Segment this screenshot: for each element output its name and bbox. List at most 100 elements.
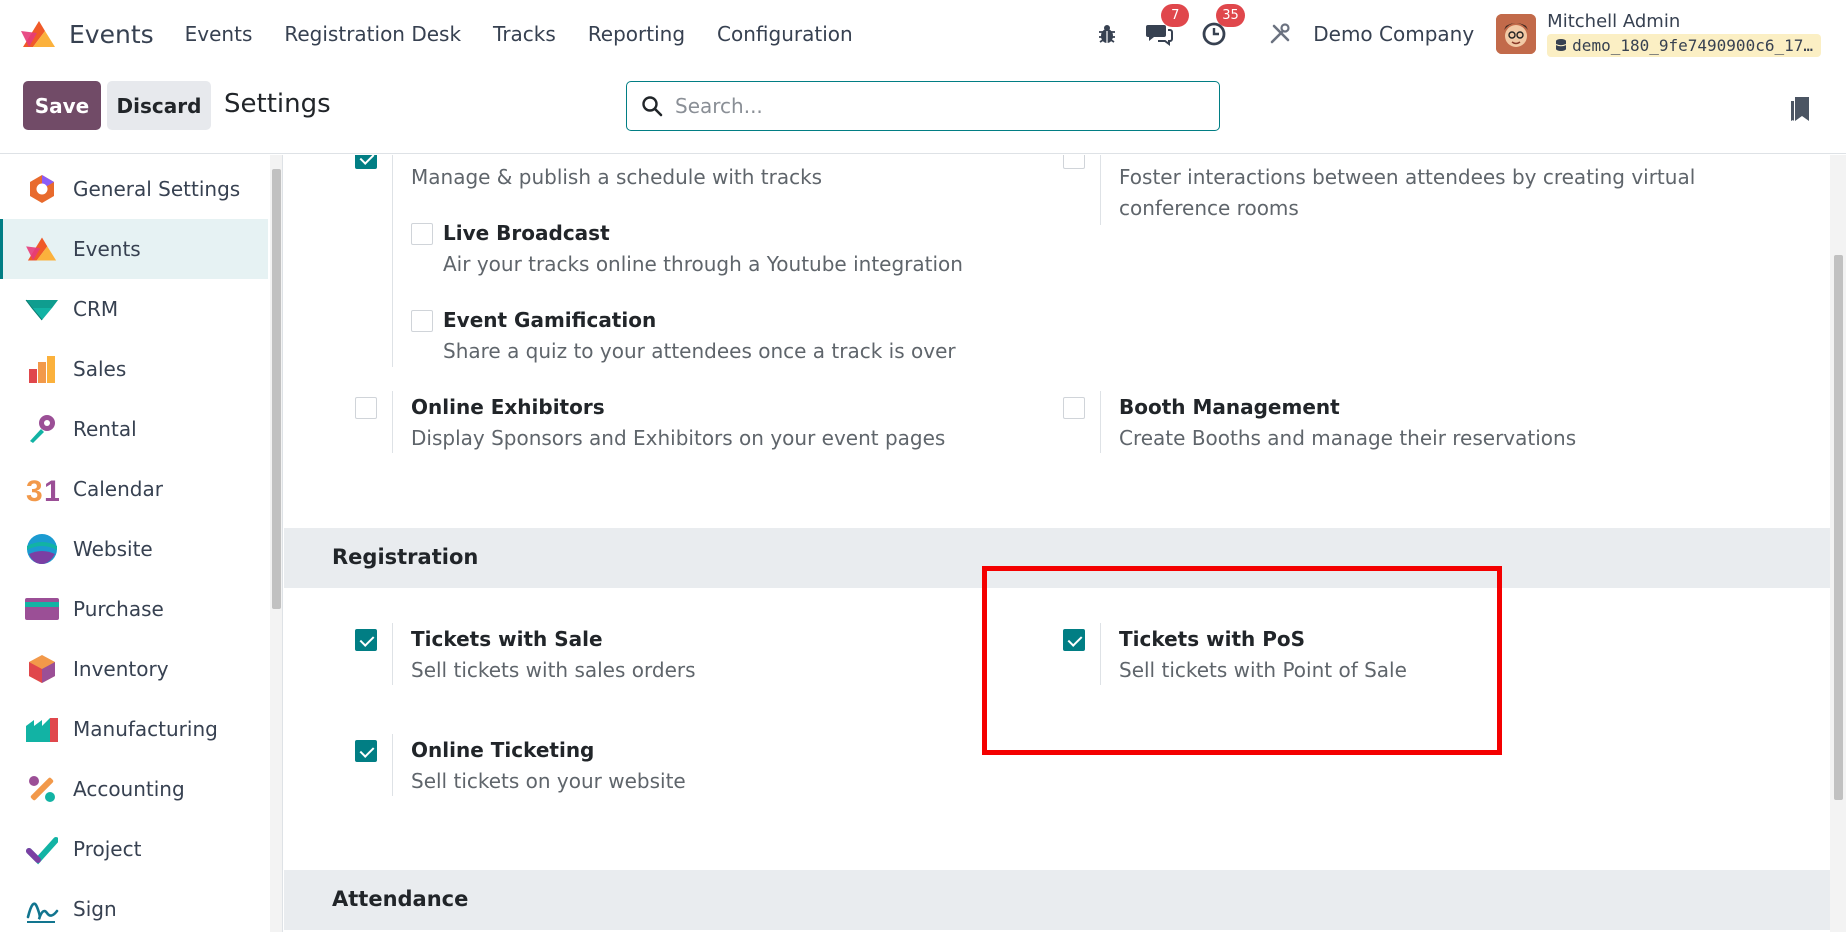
website-icon [24,531,60,567]
sidebar-item-label: Calendar [73,477,163,501]
setting-divider [1100,391,1101,453]
main-menu: Events Registration Desk Tracks Reportin… [185,22,885,46]
sidebar-item-inventory[interactable]: Inventory [0,639,268,699]
sidebar-item-label: Purchase [73,597,164,621]
menu-registration-desk[interactable]: Registration Desk [284,22,461,46]
attendance-section-header: Attendance [284,870,1830,930]
event-gamification-description: Share a quiz to your attendees once a tr… [443,339,956,363]
settings-sidebar: General Settings Events CRM Sales Rental… [0,155,283,932]
online-ticketing-description: Sell tickets on your website [411,769,686,793]
menu-configuration[interactable]: Configuration [717,22,853,46]
menu-events[interactable]: Events [185,22,253,46]
live-broadcast-title: Live Broadcast [443,221,610,245]
events-app-icon [21,21,55,47]
sidebar-item-label: Project [73,837,142,861]
sidebar-item-label: Sign [73,897,117,921]
sidebar-item-label: General Settings [73,177,241,201]
sidebar-item-calendar[interactable]: 31 Calendar [0,459,268,519]
sidebar-item-sign[interactable]: Sign [0,879,268,932]
setting-divider [392,623,393,685]
crm-icon [24,291,60,327]
community-description-line1: Foster interactions between attendees by… [1119,165,1696,189]
menu-reporting[interactable]: Reporting [588,22,685,46]
live-broadcast-checkbox[interactable] [411,223,433,245]
sidebar-item-label: Events [73,237,141,261]
events-icon [24,231,60,267]
menu-tracks[interactable]: Tracks [493,22,556,46]
registration-section-title: Registration [332,545,479,569]
app-name: Events [69,19,154,49]
setting-divider [392,734,393,796]
online-exhibitors-title: Online Exhibitors [411,395,605,419]
sidebar-item-website[interactable]: Website [0,519,268,579]
activities-clock-icon[interactable]: 35 [1199,4,1245,49]
booth-management-checkbox[interactable] [1063,397,1085,419]
sidebar-item-rental[interactable]: Rental [0,399,268,459]
sidebar-item-label: Manufacturing [73,717,218,741]
content-scroll-thumb[interactable] [1834,255,1843,800]
booth-management-description: Create Booths and manage their reservati… [1119,426,1577,450]
sidebar-item-manufacturing[interactable]: Manufacturing [0,699,268,759]
tickets-with-sale-checkbox[interactable] [355,629,377,651]
booth-management-title: Booth Management [1119,395,1340,419]
sales-icon [24,351,60,387]
tracks-checkbox[interactable] [355,155,377,169]
online-ticketing-title: Online Ticketing [411,738,595,762]
manufacturing-icon [24,711,60,747]
sidebar-item-label: CRM [73,297,119,321]
purchase-icon [24,591,60,627]
sidebar-item-label: Inventory [73,657,169,681]
content-scrollbar[interactable] [1830,155,1846,932]
search-input[interactable] [675,94,1195,118]
inventory-icon [24,651,60,687]
activities-badge: 35 [1216,4,1245,27]
svg-text:3: 3 [26,475,43,505]
rental-icon [24,411,60,447]
app-brand[interactable]: Events [19,17,154,51]
discard-button[interactable]: Discard [107,81,211,130]
sidebar-item-events[interactable]: Events [0,219,268,279]
sidebar-item-accounting[interactable]: Accounting [0,759,268,819]
control-panel: Save Discard Settings [0,68,1846,154]
search-icon [642,96,663,117]
database-pill: demo_180_9fe7490900c6_17… [1547,33,1821,57]
user-name: Mitchell Admin [1547,10,1681,32]
sidebar-item-label: Sales [73,357,127,381]
sidebar-item-purchase[interactable]: Purchase [0,579,268,639]
setting-divider [392,155,393,367]
bookmark-icon[interactable] [1788,95,1812,127]
user-menu[interactable]: Mitchell Admin demo_180_9fe7490900c6_17… [1547,10,1821,57]
page-title: Settings [224,89,331,119]
search-box[interactable] [626,81,1220,131]
messages-icon[interactable]: 7 [1144,4,1190,49]
sidebar-item-project[interactable]: Project [0,819,268,879]
highlight-box [982,566,1502,755]
settings-tools-icon[interactable] [1265,19,1295,49]
sidebar-item-crm[interactable]: CRM [0,279,268,339]
user-avatar[interactable] [1496,14,1537,54]
sign-icon [24,891,60,927]
company-switcher[interactable]: Demo Company [1313,22,1474,46]
online-exhibitors-checkbox[interactable] [355,397,377,419]
setting-divider [392,391,393,453]
database-icon [1555,39,1567,51]
sidebar-item-general-settings[interactable]: General Settings [0,159,268,219]
accounting-icon [24,771,60,807]
general-settings-icon [24,171,60,207]
navbar-systray: 7 35 Demo Company Mitchell Admin demo_18… [1092,0,1846,68]
sidebar-item-sales[interactable]: Sales [0,339,268,399]
setting-divider [1100,155,1101,225]
sidebar-scrollbar[interactable] [270,155,282,932]
community-description-line2: conference rooms [1119,196,1299,220]
project-icon [24,831,60,867]
sidebar-scroll-thumb[interactable] [272,169,281,609]
event-gamification-checkbox[interactable] [411,310,433,332]
debug-bug-icon[interactable] [1092,19,1122,49]
attendance-section-title: Attendance [332,887,469,911]
settings-content: Manage & publish a schedule with tracks … [284,155,1830,932]
save-button[interactable]: Save [23,81,101,130]
community-checkbox[interactable] [1063,155,1085,169]
online-ticketing-checkbox[interactable] [355,740,377,762]
sidebar-item-label: Website [73,537,153,561]
online-exhibitors-description: Display Sponsors and Exhibitors on your … [411,426,946,450]
